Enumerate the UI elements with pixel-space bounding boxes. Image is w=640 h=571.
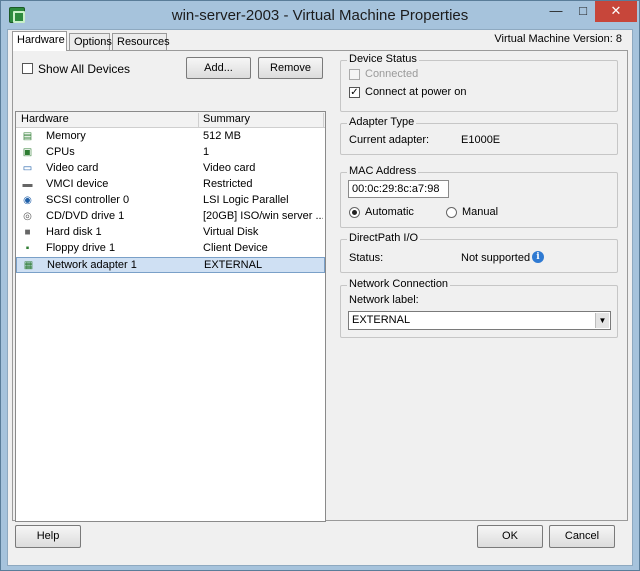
hard-disk-icon: ■: [24, 227, 31, 238]
device-status-group: Device Status Connected ✓ Connect at pow…: [340, 53, 618, 112]
hardware-row-name: CPUs: [46, 146, 75, 158]
remove-button[interactable]: Remove: [258, 57, 323, 79]
hardware-row-name: Hard disk 1: [46, 226, 102, 238]
network-label-dropdown[interactable]: EXTERNAL ▼: [348, 311, 611, 330]
hardware-row[interactable]: ▣ CPUs 1: [16, 145, 325, 161]
dialog-client: Hardware Options Resources Virtual Machi…: [7, 29, 633, 566]
hardware-row-summary: 512 MB: [203, 130, 241, 142]
scsi-controller-icon: ◉: [23, 195, 32, 206]
hardware-row[interactable]: ◉ SCSI controller 0 LSI Logic Parallel: [16, 193, 325, 209]
column-separator[interactable]: [198, 113, 199, 127]
info-icon[interactable]: i: [532, 251, 544, 263]
adapter-type-group: Adapter Type Current adapter: E1000E: [340, 116, 618, 155]
tab-resources[interactable]: Resources: [112, 33, 170, 50]
hardware-row-summary: 1: [203, 146, 210, 158]
current-adapter-value: E1000E: [461, 134, 501, 146]
hardware-row-name: VMCI device: [46, 178, 109, 190]
network-connection-title: Network Connection: [347, 278, 451, 290]
tab-options[interactable]: Options: [69, 33, 112, 50]
network-label-caption: Network label:: [349, 294, 419, 306]
cancel-button[interactable]: Cancel: [549, 525, 615, 548]
hardware-row-name: SCSI controller 0: [46, 194, 130, 206]
show-all-devices-label: Show All Devices: [38, 62, 131, 76]
network-connection-group: Network Connection Network label: EXTERN…: [340, 278, 618, 338]
hardware-row-summary: Client Device: [203, 242, 268, 254]
vm-version-label: Virtual Machine Version: 8: [494, 33, 622, 45]
manual-radio[interactable]: [446, 207, 457, 218]
hardware-row[interactable]: ▭ Video card Video card: [16, 161, 325, 177]
column-header-summary[interactable]: Summary: [203, 113, 250, 125]
chevron-down-icon[interactable]: ▼: [595, 313, 609, 328]
tab-hardware[interactable]: Hardware: [12, 31, 67, 51]
hardware-row-summary: Virtual Disk: [203, 226, 259, 238]
title-bar[interactable]: win-server-2003 - Virtual Machine Proper…: [1, 1, 639, 29]
directpath-title: DirectPath I/O: [347, 232, 421, 244]
hardware-row[interactable]: ▦ Network adapter 1 EXTERNAL: [16, 257, 325, 273]
ok-button[interactable]: OK: [477, 525, 543, 548]
hardware-row[interactable]: ▪ Floppy drive 1 Client Device: [16, 241, 325, 257]
directpath-status-label: Status:: [349, 252, 384, 264]
show-all-devices-checkbox[interactable]: [22, 63, 33, 74]
adapter-type-title: Adapter Type: [347, 116, 417, 128]
hardware-row-summary: Restricted: [203, 178, 253, 190]
manual-label: Manual: [462, 206, 499, 218]
directpath-status-value: Not supported: [461, 252, 531, 264]
close-button[interactable]: ✕: [595, 1, 637, 22]
mac-address-group: MAC Address 00:0c:29:8c:a7:98 Automatic …: [340, 165, 618, 228]
vmci-device-icon: ▬: [22, 179, 33, 190]
floppy-drive-icon: ▪: [25, 243, 30, 254]
add-button[interactable]: Add...: [186, 57, 251, 79]
hardware-row[interactable]: ▬ VMCI device Restricted: [16, 177, 325, 193]
hardware-row-summary: LSI Logic Parallel: [203, 194, 289, 206]
network-label-value: EXTERNAL: [352, 314, 411, 326]
current-adapter-label: Current adapter:: [349, 134, 430, 146]
network-adapter-icon: ▦: [23, 260, 34, 271]
directpath-group: DirectPath I/O Status: Not supported i: [340, 232, 618, 273]
cpu-icon: ▣: [22, 147, 33, 158]
connect-at-power-on-checkbox[interactable]: ✓: [349, 87, 360, 98]
device-status-title: Device Status: [347, 53, 419, 65]
hardware-row[interactable]: ◎ CD/DVD drive 1 [20GB] ISO/win server ...: [16, 209, 325, 225]
hardware-row[interactable]: ■ Hard disk 1 Virtual Disk: [16, 225, 325, 241]
column-header-hardware[interactable]: Hardware: [21, 113, 69, 125]
mac-address-field[interactable]: 00:0c:29:8c:a7:98: [348, 180, 449, 198]
hardware-tab-panel: Show All Devices Add... Remove Hardware …: [12, 50, 628, 522]
hardware-row-name: Network adapter 1: [47, 259, 137, 271]
hardware-row-summary: [20GB] ISO/win server ...: [203, 210, 323, 222]
hardware-list: Hardware Summary ▤ Memory 512 MB ▣ CPUs 1 ▭ Vid…: [15, 111, 326, 522]
minimize-button[interactable]: —: [542, 1, 570, 22]
column-separator[interactable]: [323, 113, 324, 127]
cd-dvd-icon: ◎: [23, 211, 32, 222]
connected-label: Connected: [365, 68, 419, 80]
automatic-label: Automatic: [365, 206, 414, 218]
memory-icon: ▤: [22, 131, 33, 142]
hardware-row-name: CD/DVD drive 1: [46, 210, 125, 222]
maximize-button[interactable]: □: [570, 1, 596, 22]
hardware-list-header: Hardware Summary: [16, 112, 325, 128]
mac-address-title: MAC Address: [347, 165, 419, 177]
properties-window: win-server-2003 - Virtual Machine Proper…: [0, 0, 640, 571]
hardware-row-summary: EXTERNAL: [204, 259, 263, 271]
help-button[interactable]: Help: [15, 525, 81, 548]
hardware-row-summary: Video card: [203, 162, 256, 174]
connect-at-power-on-label: Connect at power on: [365, 86, 467, 98]
hardware-row-name: Video card: [46, 162, 99, 174]
hardware-row-name: Memory: [46, 130, 86, 142]
connected-checkbox[interactable]: [349, 69, 360, 80]
hardware-row-name: Floppy drive 1: [46, 242, 116, 254]
hardware-row[interactable]: ▤ Memory 512 MB: [16, 129, 325, 145]
automatic-radio[interactable]: [349, 207, 360, 218]
video-card-icon: ▭: [22, 163, 33, 174]
